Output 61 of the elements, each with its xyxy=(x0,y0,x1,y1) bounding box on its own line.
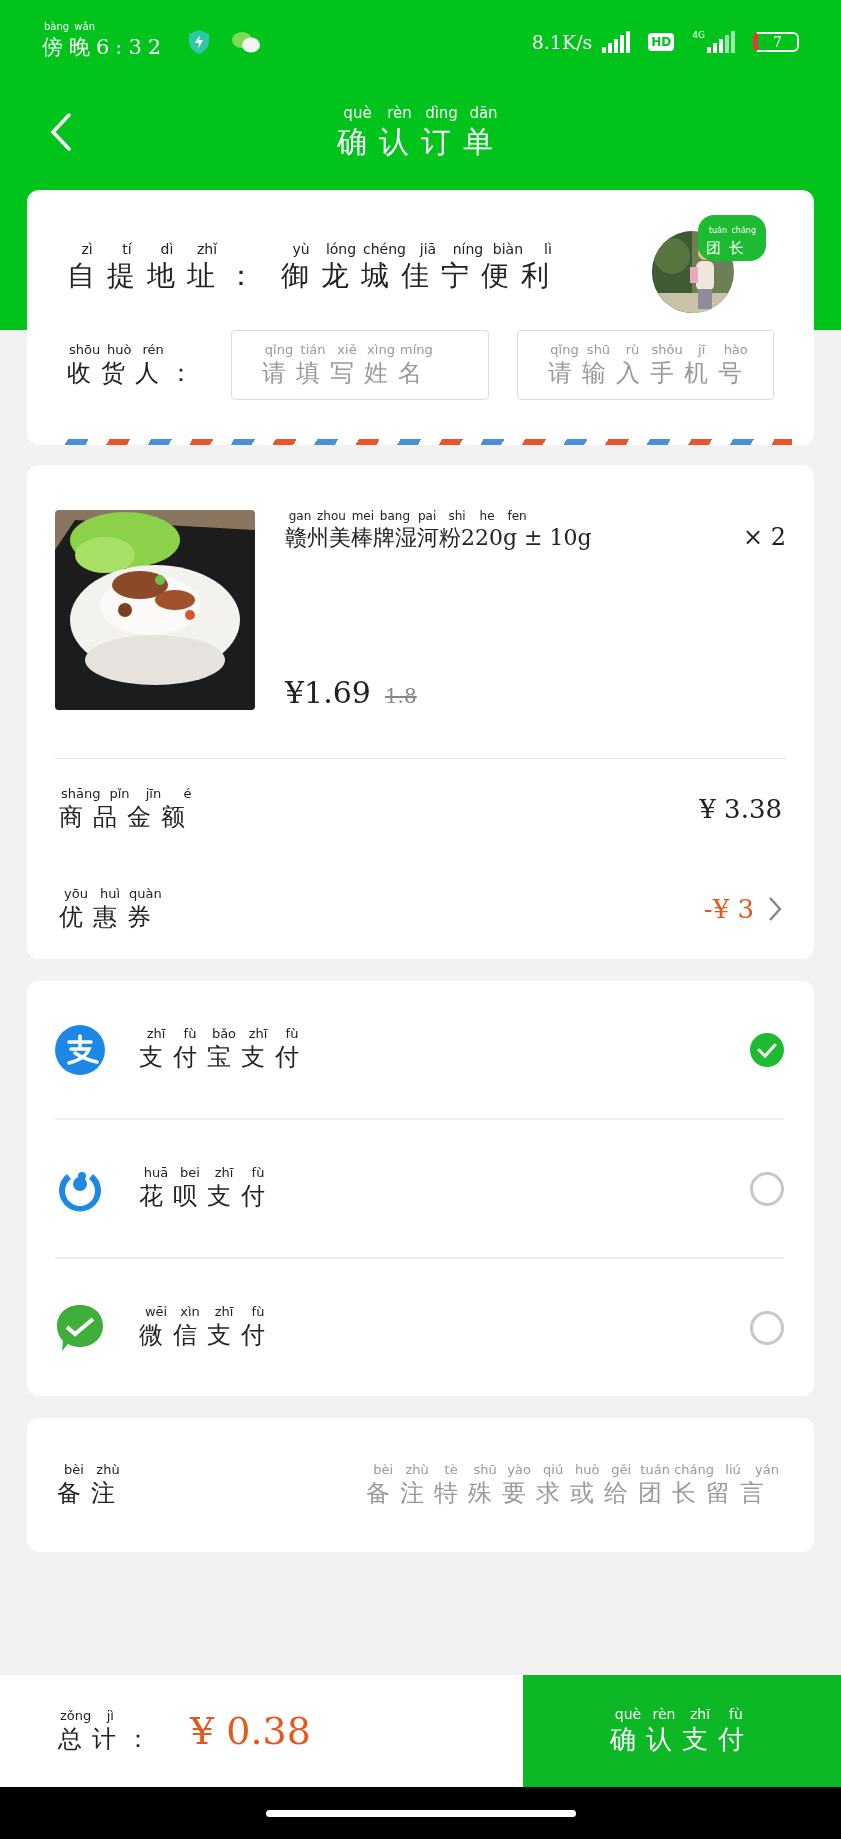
product-name: 赣州美棒牌湿河粉220g ± 10g xyxy=(285,525,592,552)
payment-method-label: 微信支付 xyxy=(139,1321,275,1350)
total-label: 总计： xyxy=(58,1724,160,1754)
hd-badge: HD xyxy=(648,32,675,51)
pinyin-annotation: què rèn dìng dān xyxy=(342,105,499,121)
page-title: 确认订单 xyxy=(336,123,505,160)
radio-checked-icon[interactable] xyxy=(750,1032,784,1067)
pinyin-annotation: bàng wǎn xyxy=(43,22,96,33)
signal-icon xyxy=(602,30,631,53)
payment-method-label: 支付宝支付 xyxy=(139,1043,309,1072)
shield-icon xyxy=(187,28,212,55)
network-speed: 8.1K/s xyxy=(531,30,593,53)
placeholder-text: 请输入手机号 xyxy=(547,358,752,388)
pinyin-annotation: gan zhou mei bang pai shi he fen xyxy=(287,510,528,522)
chevron-right-icon[interactable] xyxy=(768,896,782,922)
phone-field[interactable]: qǐng shū rù shǒu jī hào 请输入手机号 xyxy=(516,330,774,400)
battery-indicator: 7 xyxy=(753,31,799,52)
network-type: 4G xyxy=(692,30,705,40)
pinyin-annotation: bèi zhù xyxy=(63,1462,121,1476)
summary-label: 商品金额 xyxy=(59,802,195,832)
original-price: 1.8 xyxy=(384,684,417,708)
goods-amount: ¥ 3.38 xyxy=(699,794,782,824)
pickup-address: 御龙城佳宁便利 xyxy=(281,258,561,293)
back-icon[interactable] xyxy=(50,113,72,151)
chat-bubble-check-icon xyxy=(55,1302,105,1353)
summary-label: 优惠券 xyxy=(59,902,161,932)
pinyin-annotation: shāng pǐn jīn é xyxy=(60,786,193,800)
pinyin-annotation: wēi xìn zhī fù xyxy=(143,1305,266,1319)
pinyin-annotation: qǐng shū rù shǒu jī hào xyxy=(549,342,749,356)
pinyin-annotation: tuán cháng xyxy=(707,226,757,237)
radio-button[interactable] xyxy=(750,1171,784,1206)
pinyin-annotation: yōu huì quàn xyxy=(63,886,163,900)
pinyin-annotation: huā bei zhī fù xyxy=(142,1166,266,1180)
pinyin-annotation: zì tí dì zhǐ xyxy=(80,241,219,256)
signal-icon xyxy=(707,30,735,53)
pinyin-annotation: qǐng tián xiě xìng míng xyxy=(263,342,434,356)
home-indicator[interactable] xyxy=(265,1809,576,1817)
radio-button[interactable] xyxy=(750,1310,784,1345)
quantity: × 2 xyxy=(743,523,786,552)
total-amount: ¥ 0.38 xyxy=(190,1709,311,1753)
confirm-payment-button[interactable]: què rèn zhī fù 确认支付 xyxy=(523,1675,841,1787)
remark-label: 备注 xyxy=(57,1478,125,1508)
leader-badge-text: 团长 xyxy=(706,239,753,258)
name-field[interactable]: qǐng tián xiě xìng míng 请填写姓名 xyxy=(231,330,489,400)
payment-method-label: 花呗支付 xyxy=(139,1182,275,1211)
remark-placeholder[interactable]: 备注特殊要求或给团长留言 xyxy=(366,1478,775,1508)
pinyin-annotation: què rèn zhī fù xyxy=(613,1706,744,1721)
placeholder-text: 请填写姓名 xyxy=(262,358,432,388)
price: ¥1.69 xyxy=(285,675,371,710)
pinyin-annotation: shōu huò rén xyxy=(68,342,165,356)
pinyin-annotation: zǒng jì xyxy=(59,1708,115,1722)
button-label: 确认支付 xyxy=(610,1723,754,1756)
chat-bubbles-icon xyxy=(231,29,262,54)
coupon-discount[interactable]: -¥ 3 xyxy=(703,894,754,924)
pinyin-annotation: zhī fù bǎo zhī fù xyxy=(145,1027,300,1041)
pinyin-annotation: yù lóng chéng jiā níng biàn lì xyxy=(291,241,553,256)
logo-icon xyxy=(55,1024,105,1075)
pickup-label: 自提地址： xyxy=(67,258,267,293)
receiver-label: 收货人： xyxy=(67,358,203,388)
pinyin-annotation: bèi zhù tè shū yào qiú huò gěi tuán cháng liú yán xyxy=(372,1462,780,1476)
status-time: 傍晚6:32 xyxy=(42,35,168,61)
